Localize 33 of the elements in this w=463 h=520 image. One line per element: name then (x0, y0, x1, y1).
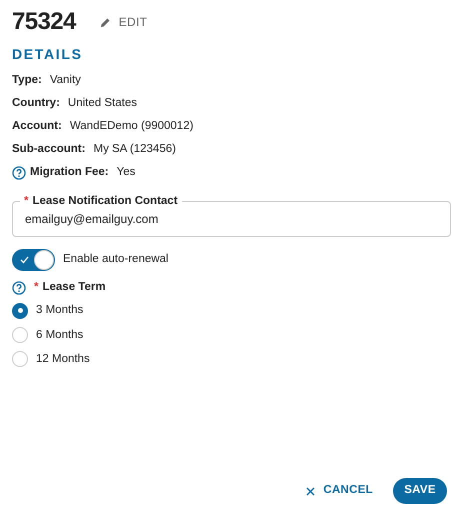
check-icon (20, 256, 29, 264)
required-mark: * (24, 194, 28, 209)
field-label: Lease Notification Contact (32, 194, 178, 209)
radio-button[interactable] (12, 351, 28, 368)
toggle-switch[interactable] (12, 249, 55, 271)
toggle-label: Enable auto-renewal (63, 252, 168, 268)
detail-label: Type: (12, 73, 42, 88)
save-button[interactable]: SAVE (393, 478, 447, 504)
radio-label: 6 Months (36, 328, 84, 342)
close-icon (306, 486, 316, 496)
detail-value: Yes (116, 165, 136, 180)
pencil-icon (100, 16, 111, 28)
help-icon[interactable] (12, 166, 26, 180)
section-heading: DETAILS (12, 45, 84, 64)
detail-value: United States (68, 96, 137, 112)
group-label: Lease Term (42, 280, 106, 295)
cancel-button[interactable]: CANCEL (306, 482, 373, 500)
detail-value: Vanity (50, 73, 81, 88)
help-icon[interactable] (12, 280, 26, 295)
detail-value: My SA (123456) (93, 142, 176, 158)
record-title: 75324 (12, 8, 76, 36)
edit-button[interactable]: EDIT (100, 13, 148, 31)
radio-label: 12 Months (36, 352, 90, 367)
detail-value: WandEDemo (9900012) (70, 119, 194, 134)
detail-label: Country: (12, 96, 60, 112)
radio-label: 3 Months (36, 303, 84, 318)
radio-button[interactable] (12, 327, 28, 344)
radio-button[interactable] (12, 302, 28, 319)
detail-label: Sub-account: (12, 142, 86, 158)
field-value: emailguy@emailguy.com (25, 211, 158, 228)
detail-label: Migration Fee: (30, 165, 109, 180)
required-mark: * (34, 280, 38, 295)
detail-label: Account: (12, 119, 62, 134)
